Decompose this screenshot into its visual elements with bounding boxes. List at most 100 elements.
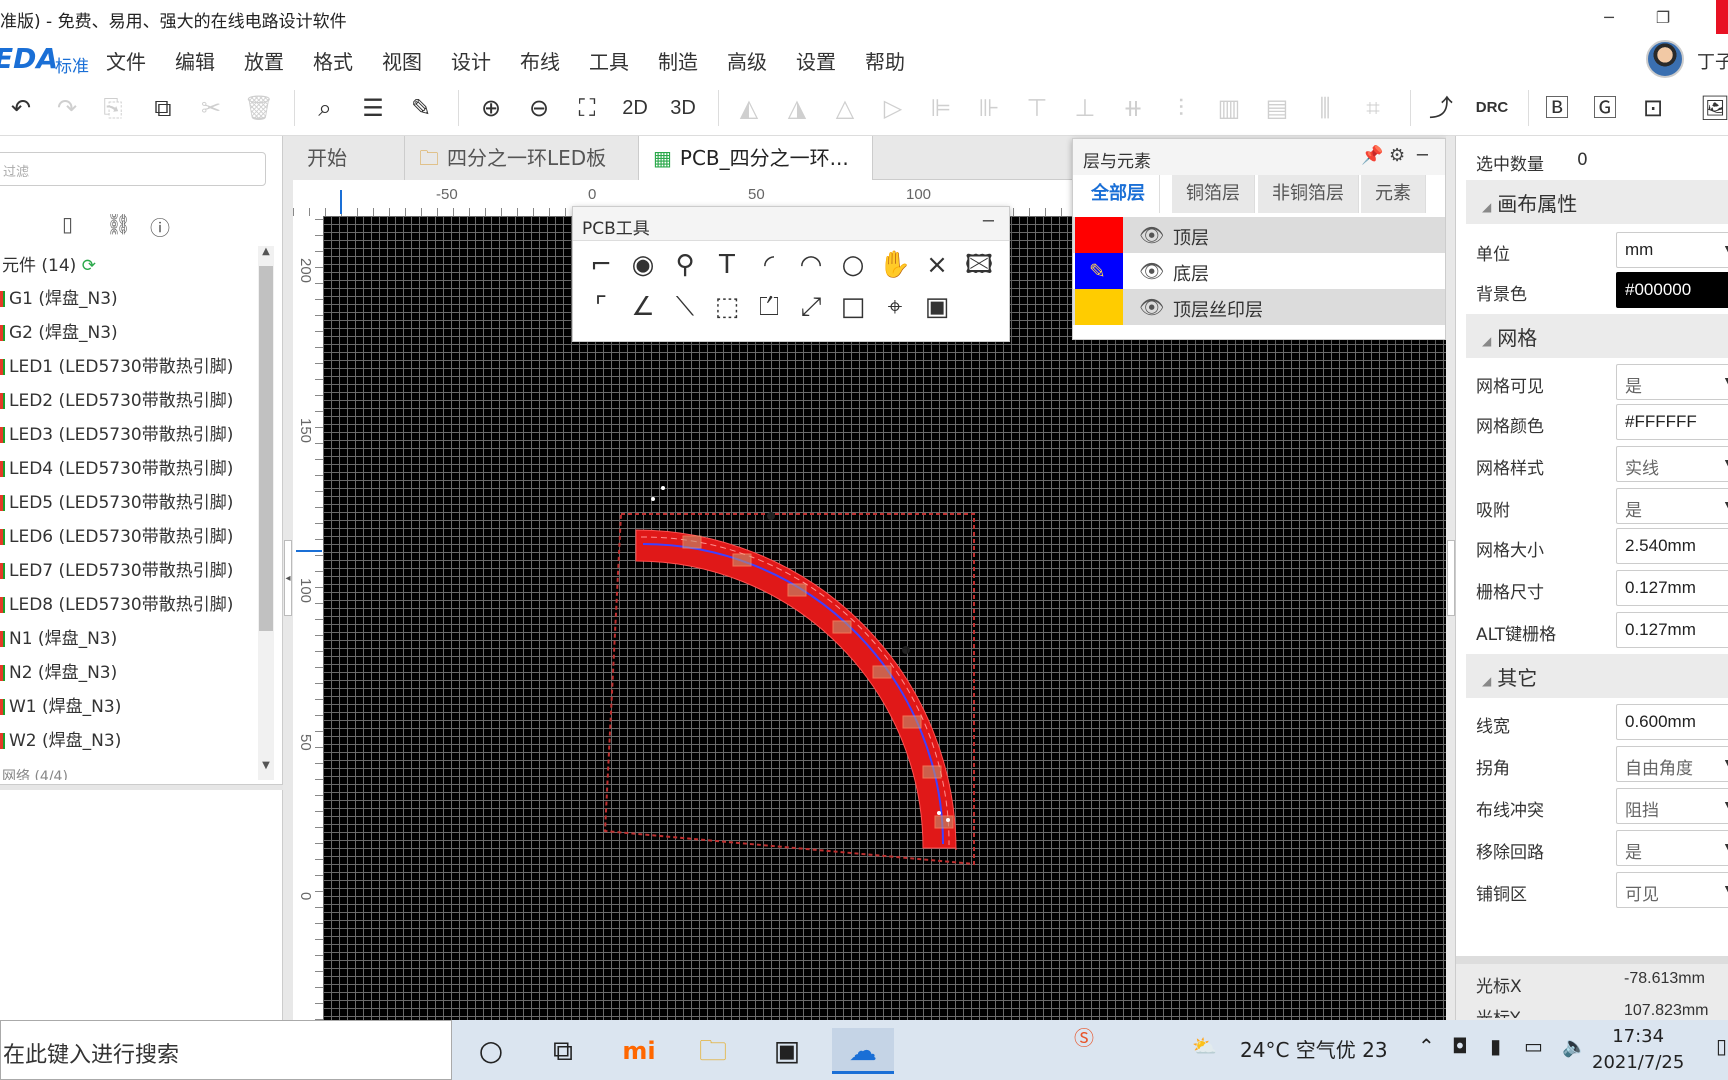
drc-button[interactable]: DRC (1470, 92, 1514, 124)
menu-file[interactable]: 文件 (106, 46, 146, 75)
close-button[interactable] (1716, 0, 1728, 34)
file-explorer-icon[interactable]: 🗀 (682, 1028, 744, 1074)
fit-view-icon[interactable]: ⛶ (570, 92, 604, 124)
section-canvas[interactable]: ◢ 画布属性 (1466, 180, 1728, 224)
layer-color-swatch[interactable] (1075, 289, 1123, 325)
track-icon[interactable]: ⌐ (581, 245, 621, 285)
menu-tools[interactable]: 工具 (589, 46, 629, 75)
section-grid[interactable]: ◢ 网格 (1466, 314, 1728, 358)
gear-icon[interactable]: ⚙ (1389, 145, 1405, 166)
bom-icon[interactable]: 🄱 (1540, 92, 1574, 124)
unit-select[interactable]: mm ▼ (1616, 232, 1728, 268)
show-hidden-icons[interactable]: ⌃ (1418, 1034, 1435, 1058)
component-item[interactable]: LED5 (LED5730带散热引脚) (0, 486, 233, 520)
align-right-icon[interactable]: ⊪ (972, 92, 1006, 124)
view-2d-button[interactable]: 2D (618, 92, 652, 124)
undo-icon[interactable]: ↶ (4, 92, 38, 124)
layer-color-swatch[interactable]: ✎ (1075, 253, 1123, 289)
pad-icon[interactable]: ◉ (623, 245, 663, 285)
minimize-panel-icon[interactable]: ─ (1417, 145, 1428, 166)
align-left-icon[interactable]: ⊫ (924, 92, 958, 124)
component-icon[interactable]: ▯ (62, 212, 73, 236)
via-icon[interactable]: ⚲ (665, 245, 705, 285)
scroll-up-icon[interactable]: ▲ (258, 246, 274, 264)
component-item[interactable]: G1 (焊盘_N3) (0, 282, 118, 316)
weather-text[interactable]: 24°C 空气优 23 (1240, 1034, 1388, 1063)
menu-advanced[interactable]: 高级 (727, 46, 767, 75)
component-item[interactable]: LED7 (LED5730带散热引脚) (0, 554, 233, 588)
snap-select[interactable]: 是▼ (1616, 488, 1728, 524)
minimize-panel-icon[interactable]: ─ (983, 211, 994, 232)
list-scrollbar-thumb[interactable] (259, 266, 273, 631)
rectangle-icon[interactable]: □ (833, 287, 873, 327)
component-item[interactable]: LED8 (LED5730带散热引脚) (0, 588, 233, 622)
text-icon[interactable]: T (707, 245, 747, 285)
notification-icon[interactable]: ▯ (1716, 1034, 1727, 1058)
user-avatar[interactable] (1646, 40, 1684, 78)
tab-pcb[interactable]: ▦ PCB_四分之一环... (639, 136, 873, 180)
battery-icon[interactable]: ▭ (1524, 1034, 1543, 1058)
taskbar-search[interactable]: 在此键入进行搜索 (0, 1020, 452, 1080)
track-width-input[interactable]: 0.600mm (1616, 704, 1728, 740)
grid-style-select[interactable]: 实线 ▼ (1616, 446, 1728, 482)
refresh-icon[interactable]: ⟳ (82, 256, 96, 276)
menu-fabrication[interactable]: 制造 (658, 46, 698, 75)
eye-icon[interactable]: 👁 (1139, 295, 1164, 319)
pan-hand-icon[interactable]: ✋ (875, 245, 915, 285)
cortana-icon[interactable]: ○ (460, 1028, 522, 1074)
layer-color-swatch[interactable] (1075, 217, 1123, 253)
restore-button[interactable]: ❐ (1640, 4, 1686, 32)
info-icon[interactable]: ⓘ (150, 212, 170, 241)
export-image-icon[interactable]: 🖼 (1698, 92, 1728, 124)
paste-icon[interactable]: ⧉ (146, 92, 180, 124)
camera-icon[interactable]: ⊡ (1636, 92, 1670, 124)
copper-pour-select[interactable]: 可见 ▼ (1616, 872, 1728, 908)
gerber-icon[interactable]: 🄶 (1588, 92, 1622, 124)
arc-center-icon[interactable]: ◠ (791, 245, 831, 285)
measure-icon[interactable]: ⤢ (791, 287, 831, 327)
weather-icon[interactable]: ⛅ (1192, 1034, 1217, 1058)
grid-color-input[interactable]: #FFFFFF (1616, 404, 1728, 440)
distribute-h-icon[interactable]: ▥ (1212, 92, 1246, 124)
align-center-icon[interactable]: ⧺ (1116, 92, 1150, 124)
layer-row-top[interactable]: 👁 顶层 (1073, 217, 1445, 253)
solid-region-icon[interactable]: ⬚ (707, 287, 747, 327)
pin-icon[interactable]: 📌 (1361, 145, 1383, 166)
menu-help[interactable]: 帮助 (865, 46, 905, 75)
menu-place[interactable]: 放置 (244, 46, 284, 75)
zoom-in-icon[interactable]: ⊕ (474, 92, 508, 124)
cut-icon[interactable]: ✂ (194, 92, 228, 124)
conflict-select[interactable]: 阻挡 ▼ (1616, 788, 1728, 824)
menu-format[interactable]: 格式 (313, 46, 353, 75)
tab-elements[interactable]: 元素 (1361, 175, 1426, 213)
align-middle-icon[interactable]: ⫶ (1164, 92, 1198, 124)
collapse-left-handle[interactable]: ◂ (284, 540, 292, 616)
raster-input[interactable]: 0.127mm (1616, 570, 1728, 606)
components-header[interactable]: 元件 (14) ⟳ (2, 251, 96, 276)
layout-icon[interactable]: ▣ (917, 287, 957, 327)
image-icon[interactable]: 🖾 (959, 245, 999, 285)
component-item[interactable]: N1 (焊盘_N3) (0, 622, 117, 656)
net-icon[interactable]: ⛓ (106, 212, 131, 236)
tab-all-layers[interactable]: 全部层 (1077, 175, 1160, 213)
scroll-down-icon[interactable]: ▼ (258, 760, 274, 778)
eye-icon[interactable]: 👁 (1139, 259, 1164, 283)
menu-settings[interactable]: 设置 (796, 46, 836, 75)
component-item[interactable]: LED3 (LED5730带散热引脚) (0, 418, 233, 452)
grid-align-icon[interactable]: ⌗ (1356, 92, 1390, 124)
view-3d-button[interactable]: 3D (666, 92, 700, 124)
filter-input[interactable]: 过滤 (0, 152, 266, 186)
flip-v-icon[interactable]: ◮ (780, 92, 814, 124)
alt-grid-input[interactable]: 0.127mm (1616, 612, 1728, 648)
layer-row-bottom[interactable]: ✎ 👁 底层 (1073, 253, 1445, 289)
component-item[interactable]: W2 (焊盘_N3) (0, 724, 121, 758)
media-app-icon[interactable]: ▣ (756, 1028, 818, 1074)
component-item[interactable]: LED1 (LED5730带散热引脚) (0, 350, 233, 384)
menu-design[interactable]: 设计 (451, 46, 491, 75)
rotate-icon[interactable]: ▷ (876, 92, 910, 124)
find-list-icon[interactable]: ☰ (356, 92, 390, 124)
user-name[interactable]: 丁子 (1697, 48, 1728, 74)
circle-icon[interactable]: ○ (833, 245, 873, 285)
delete-icon[interactable]: 🗑 (242, 92, 276, 124)
tab-start[interactable]: 开始 (293, 136, 405, 180)
